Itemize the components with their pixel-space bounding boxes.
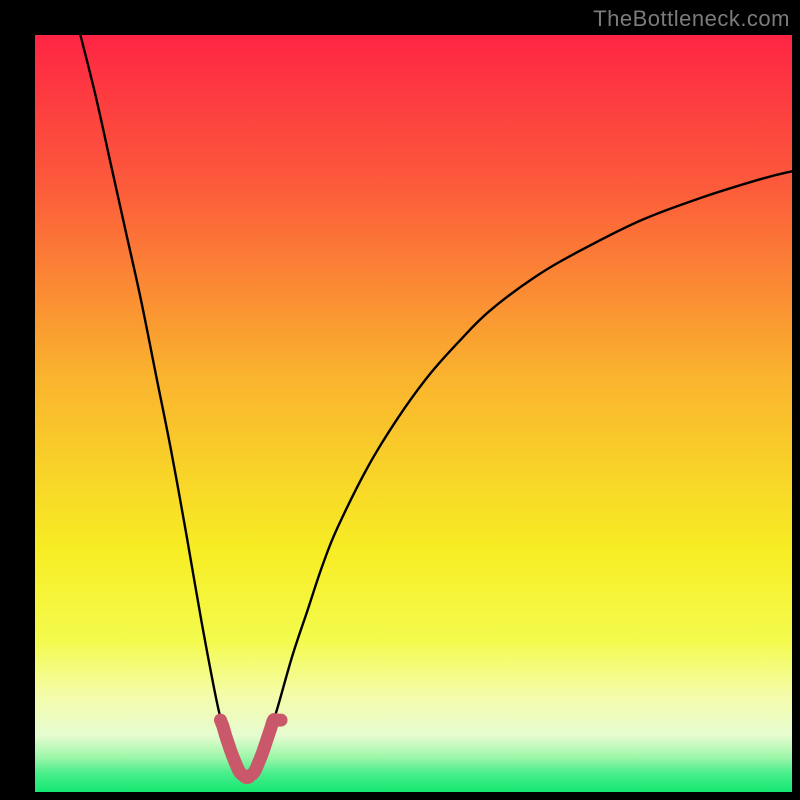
- watermark-text: TheBottleneck.com: [593, 6, 790, 32]
- gradient-background: [35, 35, 792, 792]
- chart-svg: [35, 35, 792, 792]
- chart-container: TheBottleneck.com: [0, 0, 800, 800]
- plot-area: [35, 35, 792, 792]
